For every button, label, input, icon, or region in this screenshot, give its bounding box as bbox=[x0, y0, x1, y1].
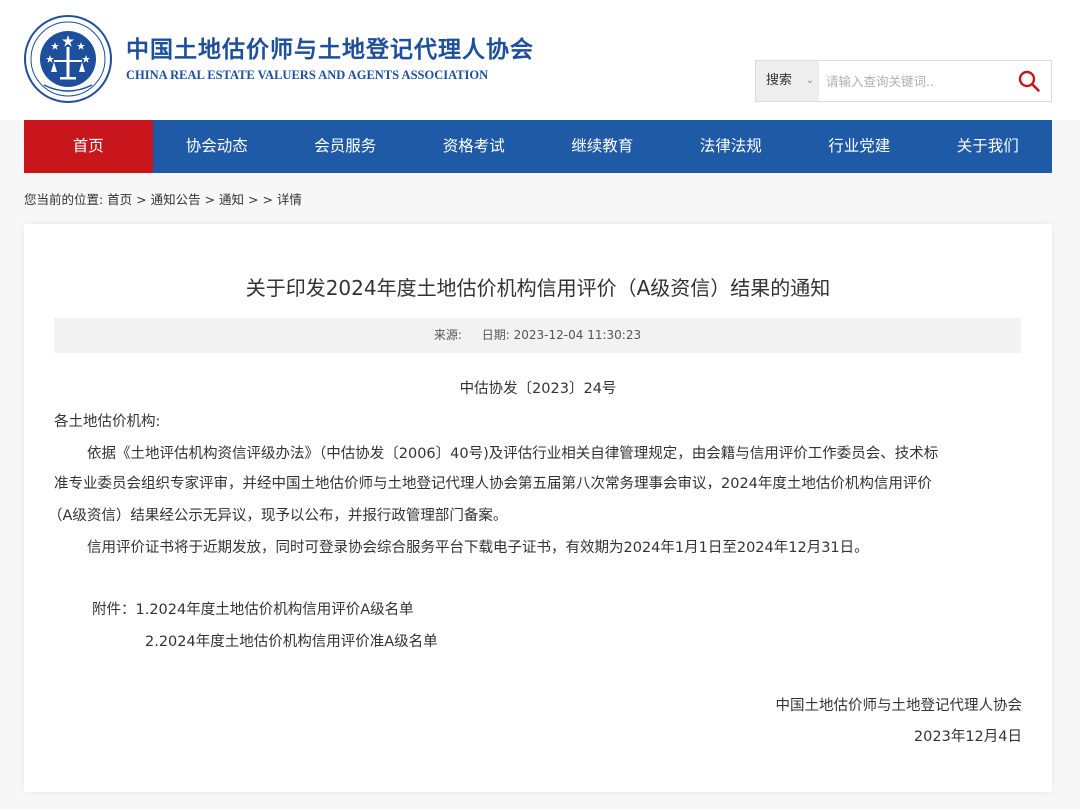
nav-item-laws[interactable]: 法律法规 bbox=[667, 120, 796, 173]
article-panel: 关于印发2024年度土地估价机构信用评价（A级资信）结果的通知 来源: 日期: … bbox=[24, 224, 1052, 792]
breadcrumb[interactable]: 您当前的位置: 首页 > 通知公告 > 通知 > > 详情 bbox=[24, 189, 302, 208]
doc-number: 中估协发〔2023〕24号 bbox=[459, 381, 617, 397]
attachment-link-2[interactable]: 2.2024年度土地估价机构信用评价准A级名单 bbox=[145, 630, 438, 651]
nav-item-education[interactable]: 继续教育 bbox=[538, 120, 667, 173]
source-label: 来源: bbox=[433, 328, 462, 342]
nav-item-home[interactable]: 首页 bbox=[24, 120, 153, 173]
date-label: 日期: 2023-12-04 11:30:23 bbox=[481, 328, 642, 342]
attachment-link-1[interactable]: 附件：1.2024年度土地估价机构信用评价A级名单 bbox=[92, 598, 414, 619]
paragraph-line: （A级资信）结果经公示无异议，现予以公布，并报行政管理部门备案。 bbox=[48, 508, 508, 524]
paragraph-line: 信用评价证书将于近期发放，同时可登录协会综合服务平台下载电子证书，有效期为202… bbox=[87, 540, 869, 556]
search-type-select[interactable]: 搜索 ⌄ bbox=[756, 61, 819, 101]
chevron-down-icon: ⌄ bbox=[805, 75, 814, 86]
paragraph-line: 准专业委员会组织专家评审，并经中国土地估价师与土地登记代理人协会第五届第八次常务… bbox=[54, 476, 932, 492]
search-box: 搜索 ⌄ bbox=[755, 60, 1052, 102]
nav-item-member-services[interactable]: 会员服务 bbox=[281, 120, 410, 173]
article-meta: 来源: 日期: 2023-12-04 11:30:23 bbox=[54, 318, 1021, 353]
search-icon[interactable] bbox=[1017, 69, 1041, 93]
nav-item-party[interactable]: 行业党建 bbox=[795, 120, 924, 173]
signature-date: 2023年12月4日 bbox=[913, 729, 1022, 745]
article-title: 关于印发2024年度土地估价机构信用评价（A级资信）结果的通知 bbox=[245, 276, 831, 300]
nav-item-exams[interactable]: 资格考试 bbox=[410, 120, 539, 173]
association-emblem-icon[interactable] bbox=[24, 15, 112, 103]
salutation: 各土地估价机构: bbox=[54, 414, 161, 430]
site-subtitle-en: CHINA REAL ESTATE VALUERS AND AGENTS ASS… bbox=[126, 68, 489, 82]
signature-org: 中国土地估价师与土地登记代理人协会 bbox=[775, 698, 1023, 714]
site-title: 中国土地估价师与土地登记代理人协会 bbox=[126, 36, 534, 63]
nav-item-about[interactable]: 关于我们 bbox=[924, 120, 1053, 173]
main-nav: 首页 协会动态 会员服务 资格考试 继续教育 法律法规 行业党建 关于我们 bbox=[24, 120, 1052, 173]
paragraph-line: 依据《土地评估机构资信评级办法》（中估协发〔2006〕40号)及评估行业相关自律… bbox=[87, 446, 939, 462]
search-type-label: 搜索 bbox=[766, 73, 793, 88]
nav-item-news[interactable]: 协会动态 bbox=[153, 120, 282, 173]
site-header: 中国土地估价师与土地登记代理人协会 CHINA REAL ESTATE VALU… bbox=[0, 0, 1080, 120]
search-input[interactable] bbox=[826, 71, 996, 91]
